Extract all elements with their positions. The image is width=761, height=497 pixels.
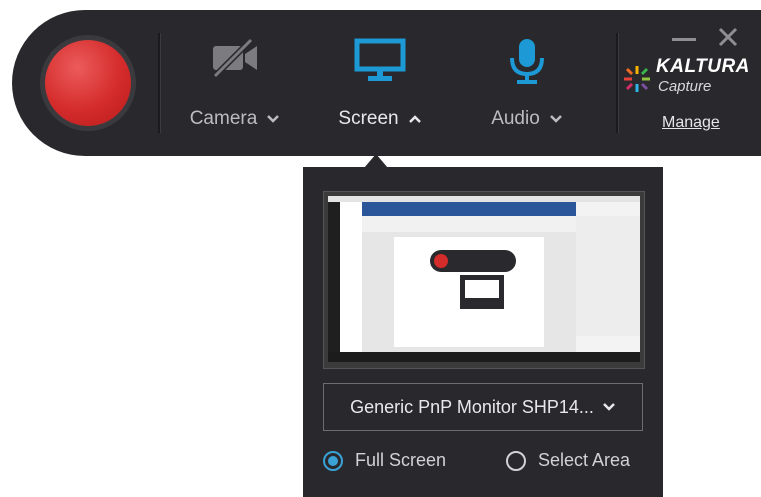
screen-source[interactable]: Screen [330,38,430,138]
brand-name: KALTURA [656,56,750,77]
brand-subtitle: Capture [658,78,712,95]
audio-label: Audio [491,108,540,129]
full-screen-label: Full Screen [355,450,447,470]
camera-off-icon [212,38,257,78]
select-area-option[interactable]: Select Area [506,450,630,471]
record-button[interactable] [40,35,136,131]
divider [616,33,619,133]
chevron-down-icon [603,403,615,411]
camera-label: Camera [189,108,258,129]
chevron-up-icon[interactable] [408,114,422,124]
minimize-button[interactable] [672,38,696,41]
chevron-down-icon[interactable] [266,114,280,124]
audio-source[interactable]: Audio [477,38,577,138]
monitor-dropdown[interactable]: Generic PnP Monitor SHP14... [323,383,643,431]
select-area-label: Select Area [538,450,631,470]
brand-logo: KALTURA Capture [620,56,760,96]
kaltura-logo-icon [624,66,650,92]
select-area-radio[interactable] [506,450,526,471]
monitor-icon [354,38,406,81]
microphone-icon [510,39,544,84]
divider [158,33,161,133]
screen-preview-image [324,192,644,368]
close-icon[interactable] [717,26,739,48]
manage-link[interactable]: Manage [662,114,720,132]
screen-options-panel: Generic PnP Monitor SHP14... Full Screen… [303,167,663,497]
full-screen-radio[interactable] [323,450,343,471]
monitor-selected-value: Generic PnP Monitor SHP14... [350,396,594,417]
screen-label: Screen [338,108,399,129]
screen-preview-thumbnail [323,191,645,369]
record-button-inner [45,40,131,126]
panel-pointer [364,154,388,168]
chevron-down-icon[interactable] [549,114,563,124]
full-screen-option[interactable]: Full Screen [323,450,446,471]
camera-source[interactable]: Camera [180,38,290,138]
